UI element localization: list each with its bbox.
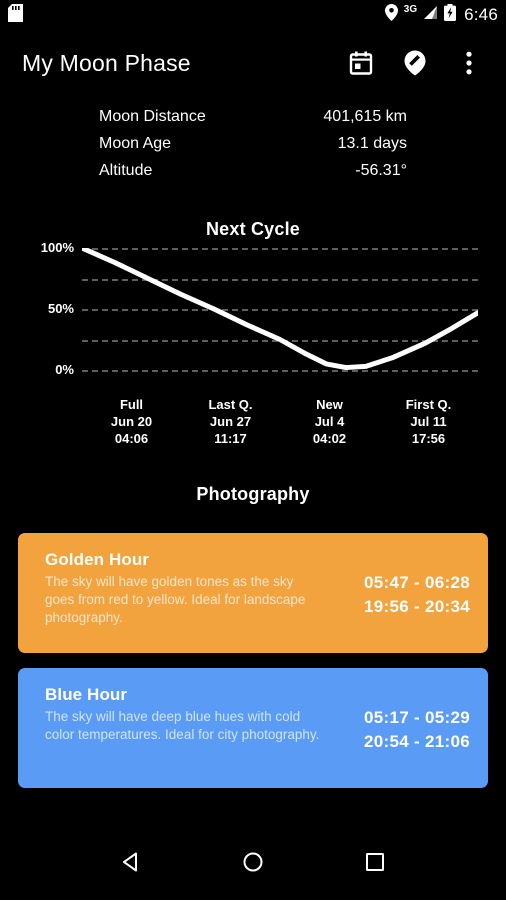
golden-hour-text: Golden Hour The sky will have golden ton… <box>45 550 320 627</box>
signal-bars-icon <box>421 5 438 25</box>
location-pin-icon <box>384 4 398 26</box>
app-bar: My Moon Phase <box>0 34 506 92</box>
battery-charging-icon <box>444 4 457 26</box>
moon-info-table: Moon Distance 401,615 km Moon Age 13.1 d… <box>99 108 407 189</box>
card-heading: Blue Hour <box>45 685 128 704</box>
card-time-evening: 20:54 - 21:06 <box>364 732 470 751</box>
home-circle-icon[interactable] <box>233 842 273 882</box>
phase-name: First Q. <box>405 397 452 412</box>
location-edit-pin-icon[interactable] <box>402 50 428 76</box>
y-axis-label-100: 100% <box>40 240 74 255</box>
photography-section-title: Photography <box>196 484 310 504</box>
phase-date: Jun 27 <box>209 414 252 429</box>
phase-name: Full <box>119 397 144 412</box>
illumination-curve <box>82 248 478 371</box>
status-bar-clock: 6:46 <box>464 5 498 24</box>
status-bar-right: 3G 6:46 <box>384 4 498 26</box>
status-bar-left <box>8 3 23 27</box>
table-row: Moon Distance 401,615 km <box>99 108 407 135</box>
info-label: Moon Age <box>99 135 172 152</box>
card-description: The sky will have deep blue hues with co… <box>45 709 320 742</box>
recents-square-icon[interactable] <box>355 842 395 882</box>
back-triangle-icon[interactable] <box>111 842 151 882</box>
phase-time: 11:17 <box>214 431 247 446</box>
network-type-label: 3G <box>403 4 418 15</box>
x-axis-tick: First Q. Jul 11 17:56 <box>379 396 478 447</box>
phase-name: Last Q. <box>208 397 253 412</box>
info-label: Moon Distance <box>99 108 206 125</box>
info-label: Altitude <box>99 162 153 179</box>
blue-hour-text: Blue Hour The sky will have deep blue hu… <box>45 685 320 744</box>
y-axis-label-50: 50% <box>47 301 74 316</box>
card-time-morning: 05:47 - 06:28 <box>364 573 470 592</box>
app-bar-actions <box>348 50 492 76</box>
phase-date: Jul 11 <box>410 414 447 429</box>
calendar-icon[interactable] <box>348 50 374 76</box>
y-axis-label-0: 0% <box>55 362 74 377</box>
card-description: The sky will have golden tones as the sk… <box>45 574 306 625</box>
blue-hour-times: 05:17 - 05:29 20:54 - 21:06 <box>364 685 470 754</box>
overflow-menu-icon[interactable] <box>456 50 482 76</box>
table-row: Moon Age 13.1 days <box>99 135 407 162</box>
phase-name: New <box>316 397 343 412</box>
chart-x-axis-labels: Full Jun 20 04:06 Last Q. Jun 27 11:17 N… <box>82 396 478 447</box>
phase-time: 17:56 <box>411 431 446 446</box>
card-time-evening: 19:56 - 20:34 <box>364 597 470 616</box>
info-value: 401,615 km <box>323 108 407 125</box>
phase-date: Jul 4 <box>314 414 345 429</box>
chart-plot-area <box>82 248 478 375</box>
table-row: Altitude -56.31° <box>99 162 407 189</box>
page-title: My Moon Phase <box>22 49 191 76</box>
golden-hour-times: 05:47 - 06:28 19:56 - 20:34 <box>364 550 470 619</box>
phase-time: 04:02 <box>312 431 347 446</box>
x-axis-tick: Full Jun 20 04:06 <box>82 396 181 447</box>
info-value: -56.31° <box>355 162 407 179</box>
x-axis-tick: New Jul 4 04:02 <box>280 396 379 447</box>
x-axis-tick: Last Q. Jun 27 11:17 <box>181 396 280 447</box>
sd-card-icon <box>8 3 23 27</box>
card-time-morning: 05:17 - 05:29 <box>364 708 470 727</box>
info-value: 13.1 days <box>337 135 407 152</box>
status-bar: 3G 6:46 <box>0 0 506 30</box>
app-screen: 3G 6:46 My Moon Phase Moon Distance 401,… <box>0 0 506 900</box>
phase-time: 04:06 <box>114 431 149 446</box>
card-heading: Golden Hour <box>45 550 150 569</box>
blue-hour-card[interactable]: Blue Hour The sky will have deep blue hu… <box>18 668 488 788</box>
golden-hour-card[interactable]: Golden Hour The sky will have golden ton… <box>18 533 488 653</box>
phase-date: Jun 20 <box>110 414 153 429</box>
chart-title: Next Cycle <box>205 219 301 239</box>
next-cycle-chart: 100% 50% 0% <box>0 240 506 388</box>
android-navigation-bar <box>0 824 506 900</box>
